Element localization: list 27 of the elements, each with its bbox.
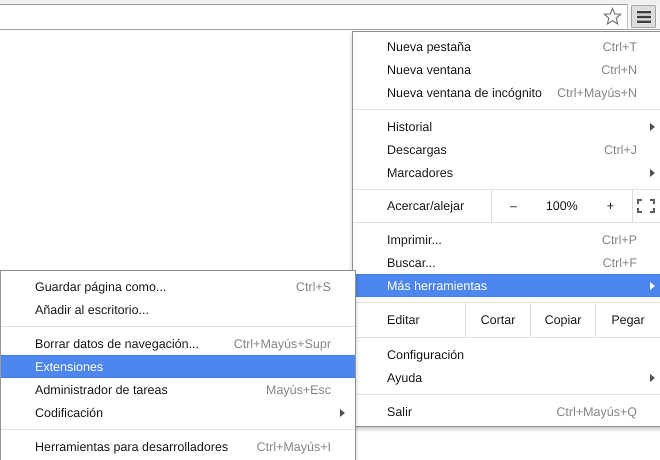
menu-icon[interactable]	[631, 5, 656, 28]
menu-item[interactable]: Nueva pestaña Ctrl+T	[353, 35, 660, 58]
menu-item[interactable]: Historial	[353, 115, 660, 138]
menu-item[interactable]: Herramientas para desarrolladores Ctrl+Mayús+I	[1, 435, 355, 458]
menu-item[interactable]: Guardar página como... Ctrl+S	[1, 275, 355, 298]
menu-item[interactable]: Ayuda	[353, 366, 660, 389]
menu-item[interactable]: Imprimir... Ctrl+P	[353, 228, 660, 251]
zoom-label: Acercar/alejar	[386, 198, 466, 215]
menu-item[interactable]: Nueva ventana Ctrl+N	[353, 58, 660, 81]
menu-item[interactable]: Buscar... Ctrl+F	[353, 251, 660, 274]
menu-item[interactable]: Codificación	[1, 401, 355, 424]
menu-item[interactable]: Extensiones	[1, 355, 355, 378]
zoom-in-button[interactable]: +	[602, 199, 618, 213]
menu-item[interactable]: Añadir al escritorio...	[1, 298, 355, 321]
menu-item[interactable]: Más herramientas	[353, 274, 660, 297]
menu-item[interactable]: Borrar datos de navegación... Ctrl+Mayús+Supr	[1, 332, 355, 355]
fullscreen-icon[interactable]	[637, 199, 655, 213]
edit-label: Editar	[386, 312, 421, 329]
zoom-value: 100%	[546, 199, 578, 213]
star-icon[interactable]	[603, 7, 622, 26]
menu-item[interactable]: Salir Ctrl+Mayús+Q	[353, 400, 660, 423]
menu-item[interactable]: Administrador de tareas Mayús+Esc	[1, 378, 355, 401]
zoom-out-button[interactable]: –	[506, 199, 521, 213]
menu-item[interactable]: Configuración	[353, 343, 660, 366]
menu-item[interactable]: Marcadores	[353, 161, 660, 184]
menu-item[interactable]: Descargas Ctrl+J	[353, 138, 660, 161]
menu-item[interactable]: Nueva ventana de incógnito Ctrl+Mayús+N	[353, 81, 660, 104]
